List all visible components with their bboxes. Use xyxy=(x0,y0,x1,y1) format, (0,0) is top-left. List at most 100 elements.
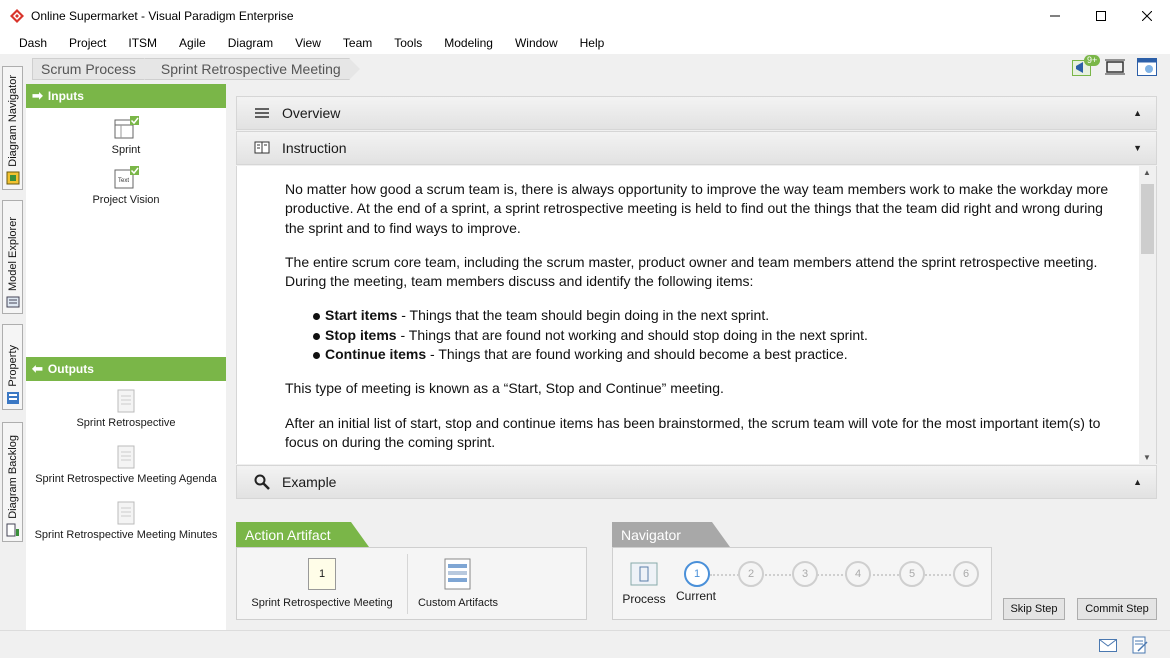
instruction-text: No matter how good a scrum team is, ther… xyxy=(285,180,1115,464)
input-sprint-label: Sprint xyxy=(111,144,141,156)
menu-window[interactable]: Window xyxy=(504,36,569,50)
navigator-box: Process 1 2 3 4 5 6 Current xyxy=(612,547,992,620)
list-icon xyxy=(255,108,269,118)
breadcrumb-scrum-process[interactable]: Scrum Process xyxy=(32,58,155,80)
property-icon xyxy=(6,392,19,404)
scroll-up-icon[interactable]: ▲ xyxy=(1143,168,1151,177)
tab-model-explorer[interactable]: Model Explorer xyxy=(2,200,23,314)
navigator-step-3[interactable]: 3 xyxy=(792,561,818,587)
menu-dash[interactable]: Dash xyxy=(8,36,58,50)
navigator-step-6[interactable]: 6 xyxy=(953,561,979,587)
navigator-process[interactable]: Process xyxy=(621,562,667,606)
instruction-scrollbar[interactable]: ▲ ▼ xyxy=(1139,166,1156,464)
sprint-artifact-icon xyxy=(114,116,139,139)
navigator-step-1[interactable]: 1 xyxy=(684,561,710,587)
navigator-current-label: Current xyxy=(676,589,717,603)
diagram-navigator-icon xyxy=(6,171,19,185)
bullet-continue-text: - Things that are found working and shou… xyxy=(426,346,848,363)
artifact-custom-artifacts[interactable]: Custom Artifacts xyxy=(408,548,508,619)
top-toolbar: 9+ xyxy=(1072,55,1158,77)
mail-icon[interactable] xyxy=(1099,639,1117,652)
input-project-vision-label: Project Vision xyxy=(92,194,160,206)
navigator-step-2[interactable]: 2 xyxy=(738,561,764,587)
tab-diagram-navigator-label: Diagram Navigator xyxy=(6,75,19,167)
minimize-button[interactable] xyxy=(1032,0,1078,32)
caret-up-icon: ▲ xyxy=(1133,477,1142,487)
menu-tools[interactable]: Tools xyxy=(383,36,433,50)
status-bar xyxy=(0,630,1170,658)
example-section-header[interactable]: Example ▲ xyxy=(236,465,1157,499)
menu-view[interactable]: View xyxy=(284,36,332,50)
bullet-stop-items: Stop items - Things that are found not w… xyxy=(313,326,1115,345)
bullet-start-term: Start items xyxy=(325,307,398,324)
skip-step-button[interactable]: Skip Step xyxy=(1003,598,1065,620)
maximize-icon xyxy=(1096,11,1106,21)
breadcrumb-sprint-retrospective-meeting[interactable]: Sprint Retrospective Meeting xyxy=(143,58,360,80)
maximize-button[interactable] xyxy=(1078,0,1124,32)
output-meeting-minutes-label: Sprint Retrospective Meeting Minutes xyxy=(34,529,218,541)
artifact-sprint-retrospective-meeting[interactable]: 1 Sprint Retrospective Meeting xyxy=(237,548,407,619)
scroll-down-icon[interactable]: ▼ xyxy=(1143,453,1151,462)
output-sprint-retrospective-label: Sprint Retrospective xyxy=(76,417,176,429)
document-icon xyxy=(117,445,135,469)
bullet-start-text: - Things that the team should begin doin… xyxy=(397,307,770,324)
tab-diagram-backlog[interactable]: Diagram Backlog xyxy=(2,422,23,542)
bullet-stop-text: - Things that are found not working and … xyxy=(396,326,868,343)
artifact-custom-label: Custom Artifacts xyxy=(417,597,499,609)
window-title: Online Supermarket - Visual Paradigm Ent… xyxy=(31,9,294,23)
outputs-header: ⬅ Outputs xyxy=(26,357,226,381)
tab-property[interactable]: Property xyxy=(2,324,23,410)
model-explorer-icon xyxy=(6,296,19,308)
search-icon xyxy=(254,474,270,490)
caret-down-icon: ▼ xyxy=(1133,143,1142,153)
instruction-section-header[interactable]: Instruction ▼ xyxy=(236,131,1157,165)
output-meeting-agenda[interactable]: Sprint Retrospective Meeting Agenda xyxy=(26,445,226,485)
navigator-step-5[interactable]: 5 xyxy=(899,561,925,587)
menu-itsm[interactable]: ITSM xyxy=(117,36,168,50)
menu-modeling[interactable]: Modeling xyxy=(433,36,504,50)
input-sprint[interactable]: Sprint xyxy=(26,116,226,156)
edit-document-icon[interactable] xyxy=(1132,636,1148,654)
tab-diagram-navigator[interactable]: Diagram Navigator xyxy=(2,66,23,190)
navigator-title: Navigator xyxy=(612,522,730,547)
custom-artifacts-icon xyxy=(444,558,471,590)
menu-project[interactable]: Project xyxy=(58,36,117,50)
tab-diagram-backlog-label: Diagram Backlog xyxy=(6,435,19,519)
instruction-content: No matter how good a scrum team is, ther… xyxy=(236,166,1157,464)
navigator-step-4[interactable]: 4 xyxy=(845,561,871,587)
arrow-left-icon: ⬅ xyxy=(32,361,43,376)
text-document-icon: Text xyxy=(114,166,139,189)
bullet-continue-items: Continue items - Things that are found w… xyxy=(313,345,1115,364)
bullet-start-items: Start items - Things that the team shoul… xyxy=(313,306,1115,325)
panel-layout-icon[interactable] xyxy=(1136,57,1158,77)
scroll-thumb[interactable] xyxy=(1141,184,1154,254)
meeting-artifact-icon: 1 xyxy=(308,558,336,590)
diagram-backlog-icon xyxy=(6,523,19,537)
tab-model-explorer-label: Model Explorer xyxy=(6,217,19,291)
output-meeting-agenda-label: Sprint Retrospective Meeting Agenda xyxy=(35,473,217,485)
outputs-title: Outputs xyxy=(47,362,94,376)
menu-diagram[interactable]: Diagram xyxy=(217,36,284,50)
action-artifact-box: 1 Sprint Retrospective Meeting Custom Ar… xyxy=(236,547,587,620)
notification-button[interactable]: 9+ xyxy=(1072,55,1101,77)
menu-bar: Dash Project ITSM Agile Diagram View Tea… xyxy=(0,32,1170,54)
artifact-meeting-label: Sprint Retrospective Meeting xyxy=(251,597,393,609)
fit-to-screen-icon[interactable] xyxy=(1104,57,1126,77)
bullet-stop-term: Stop items xyxy=(325,326,397,343)
menu-team[interactable]: Team xyxy=(332,36,383,50)
overview-title: Overview xyxy=(282,105,341,121)
output-sprint-retrospective[interactable]: Sprint Retrospective xyxy=(26,389,226,429)
bullet-continue-term: Continue items xyxy=(325,346,427,363)
commit-step-button[interactable]: Commit Step xyxy=(1077,598,1157,620)
output-meeting-minutes[interactable]: Sprint Retrospective Meeting Minutes xyxy=(26,501,226,541)
artifact-panel: ➡ Inputs Sprint Text Project Vision ⬅ Ou… xyxy=(26,84,226,630)
close-icon xyxy=(1142,11,1152,21)
breadcrumb: Scrum Process Sprint Retrospective Meeti… xyxy=(32,58,360,80)
overview-section-header[interactable]: Overview ▲ xyxy=(236,96,1157,130)
menu-agile[interactable]: Agile xyxy=(168,36,217,50)
input-project-vision[interactable]: Text Project Vision xyxy=(26,166,226,206)
close-button[interactable] xyxy=(1124,0,1170,32)
minimize-icon xyxy=(1050,15,1060,17)
side-tabs: Diagram Navigator Model Explorer Propert… xyxy=(0,56,26,656)
menu-help[interactable]: Help xyxy=(569,36,616,50)
